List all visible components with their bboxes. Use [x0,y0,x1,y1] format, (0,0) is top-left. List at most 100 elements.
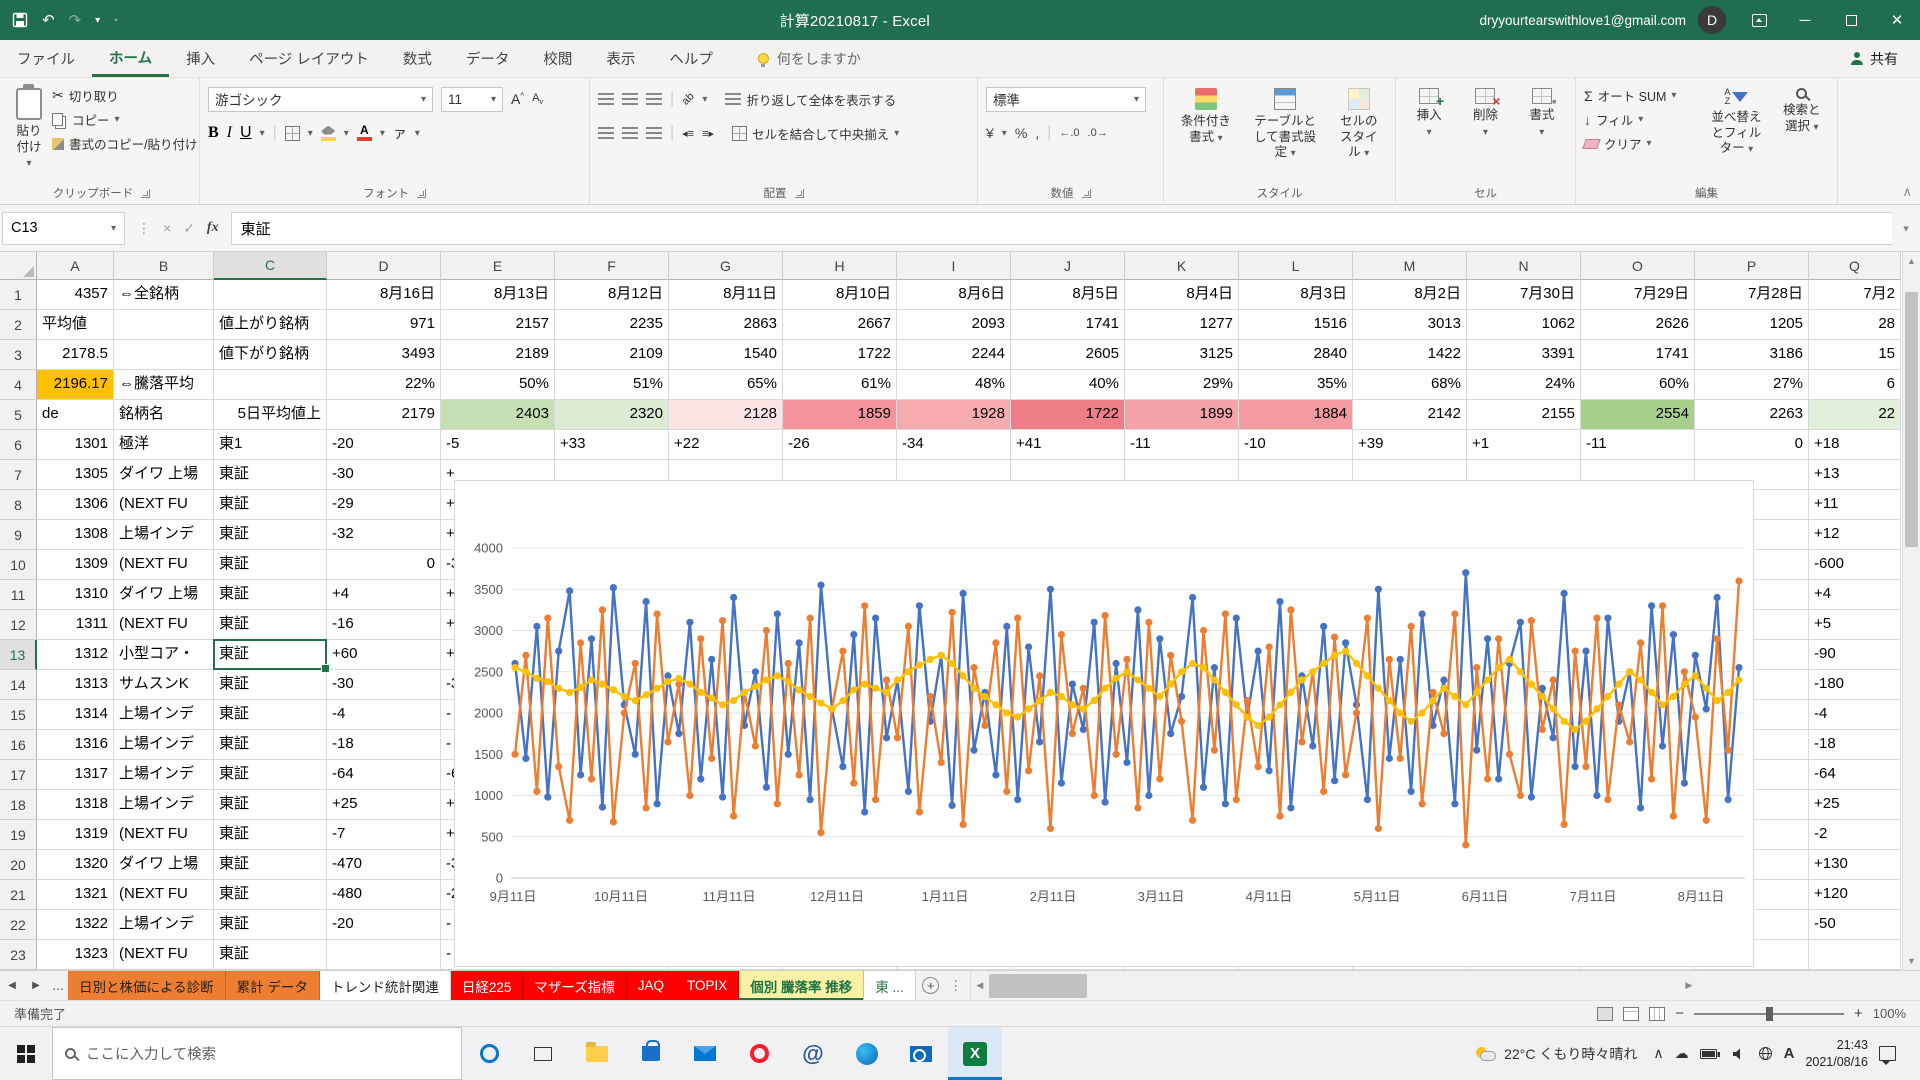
row-header-13[interactable]: 13 [0,640,37,670]
cell-B21[interactable]: (NEXT FU [114,880,214,910]
tab-data[interactable]: データ [449,40,527,77]
cell-C17[interactable]: 東証 [214,760,327,790]
cell-I5[interactable]: 1928 [897,400,1011,430]
cell-A1[interactable]: 4357 [37,280,114,310]
tab-review[interactable]: 校閲 [526,40,589,77]
column-header-O[interactable]: O [1581,252,1695,280]
currency-format-button[interactable]: ¥ [986,125,994,141]
taskbar-clock[interactable]: 21:43 2021/08/16 [1805,1037,1868,1070]
cell-A10[interactable]: 1309 [37,550,114,580]
cell-Q13[interactable]: -90 [1809,640,1901,670]
cell-A22[interactable]: 1322 [37,910,114,940]
cell-B11[interactable]: ダイワ 上場 [114,580,214,610]
cell-C23[interactable]: 東証 [214,940,327,970]
row-header-3[interactable]: 3 [0,340,37,370]
cell-D8[interactable]: -29 [327,490,441,520]
underline-button[interactable]: U [240,124,252,142]
cell-D19[interactable]: -7 [327,820,441,850]
sheet-tab-4[interactable]: 日経225 [451,971,524,1000]
cell-A20[interactable]: 1320 [37,850,114,880]
sheet-tab-9[interactable]: 東 ... [864,971,916,1000]
cell-B22[interactable]: 上場インデ [114,910,214,940]
cell-F4[interactable]: 51% [555,370,669,400]
network-icon[interactable] [1758,1046,1773,1061]
cell-B8[interactable]: (NEXT FU [114,490,214,520]
sheet-tab-2[interactable]: 累計 データ [226,971,320,1000]
cell-D10[interactable]: 0 [327,550,441,580]
cell-A12[interactable]: 1311 [37,610,114,640]
cell-C8[interactable]: 東証 [214,490,327,520]
column-header-P[interactable]: P [1695,252,1809,280]
cell-B10[interactable]: (NEXT FU [114,550,214,580]
redo-icon[interactable]: ↷ [69,11,82,29]
undo-icon[interactable]: ↶ [42,11,55,29]
cell-O2[interactable]: 2626 [1581,310,1695,340]
cell-A17[interactable]: 1317 [37,760,114,790]
cell-D6[interactable]: -20 [327,430,441,460]
sheet-tab-6[interactable]: JAQ [627,971,676,1000]
row-header-4[interactable]: 4 [0,370,37,400]
sheet-overflow-left[interactable]: ... [48,971,68,1000]
align-center-icon[interactable] [622,127,638,139]
column-header-M[interactable]: M [1353,252,1467,280]
format-painter-button[interactable]: 書式のコピー/貼り付け [52,134,197,153]
normal-view-button[interactable] [1597,1007,1613,1021]
cell-Q5[interactable]: 22 [1809,400,1901,430]
sheet-tab-8[interactable]: 個別 騰落率 推移 [739,971,864,1000]
borders-icon[interactable] [285,126,300,141]
grow-font-button[interactable]: A^ [511,91,524,107]
cell-H6[interactable]: -26 [783,430,897,460]
tab-file[interactable]: ファイル [0,40,92,77]
cell-D22[interactable]: -20 [327,910,441,940]
scroll-left-icon[interactable]: ◀ [971,980,989,991]
cell-E2[interactable]: 2157 [441,310,555,340]
onedrive-cloud-icon[interactable]: ☁ [1675,1045,1689,1062]
cell-Q12[interactable]: +5 [1809,610,1901,640]
mail-button[interactable] [678,1027,732,1080]
cell-L1[interactable]: 8月3日 [1239,280,1353,310]
copy-button[interactable]: コピー ▾ [52,110,197,129]
cell-C3[interactable]: 値下がり銘柄 [214,340,327,370]
cell-C1[interactable] [214,280,327,310]
cell-L6[interactable]: -10 [1239,430,1353,460]
cell-Q2[interactable]: 28 [1809,310,1901,340]
scroll-down-icon[interactable]: ▼ [1903,952,1920,970]
sheet-tab-3[interactable]: トレンド統計関連 [320,971,451,1000]
row-header-6[interactable]: 6 [0,430,37,460]
row-header-17[interactable]: 17 [0,760,37,790]
tell-me-search[interactable]: 何をしますか [758,40,861,77]
column-header-A[interactable]: A [37,252,114,280]
zoom-in-button[interactable]: + [1854,1005,1863,1022]
cell-A19[interactable]: 1319 [37,820,114,850]
cell-A5[interactable]: de [37,400,114,430]
cell-styles-button[interactable]: セルのスタイル ▾ [1331,84,1387,182]
cell-D21[interactable]: -480 [327,880,441,910]
cell-B17[interactable]: 上場インデ [114,760,214,790]
dialog-launcher-icon[interactable] [141,189,150,198]
cell-D23[interactable] [327,940,441,970]
edge-button[interactable] [840,1027,894,1080]
cell-B15[interactable]: 上場インデ [114,700,214,730]
horizontal-scroll-thumb[interactable] [989,974,1087,998]
cell-B20[interactable]: ダイワ 上場 [114,850,214,880]
page-layout-view-button[interactable] [1623,1007,1639,1021]
cell-C15[interactable]: 東証 [214,700,327,730]
row-header-23[interactable]: 23 [0,940,37,970]
cell-D3[interactable]: 3493 [327,340,441,370]
column-header-F[interactable]: F [555,252,669,280]
cell-A14[interactable]: 1313 [37,670,114,700]
formula-bar-expand-icon[interactable]: ▾ [1892,222,1920,235]
action-center-icon[interactable] [1879,1046,1896,1061]
cell-D14[interactable]: -30 [327,670,441,700]
cell-N4[interactable]: 24% [1467,370,1581,400]
taskbar-search[interactable]: ここに入力して検索 [52,1027,462,1080]
cell-E1[interactable]: 8月13日 [441,280,555,310]
cell-P1[interactable]: 7月28日 [1695,280,1809,310]
orientation-icon[interactable]: ab [680,90,697,107]
cell-Q15[interactable]: -4 [1809,700,1901,730]
column-header-K[interactable]: K [1125,252,1239,280]
cell-G5[interactable]: 2128 [669,400,783,430]
dialog-launcher-icon[interactable] [795,189,804,198]
find-select-button[interactable]: 検索と選択 ▾ [1775,84,1830,182]
cell-E5[interactable]: 2403 [441,400,555,430]
